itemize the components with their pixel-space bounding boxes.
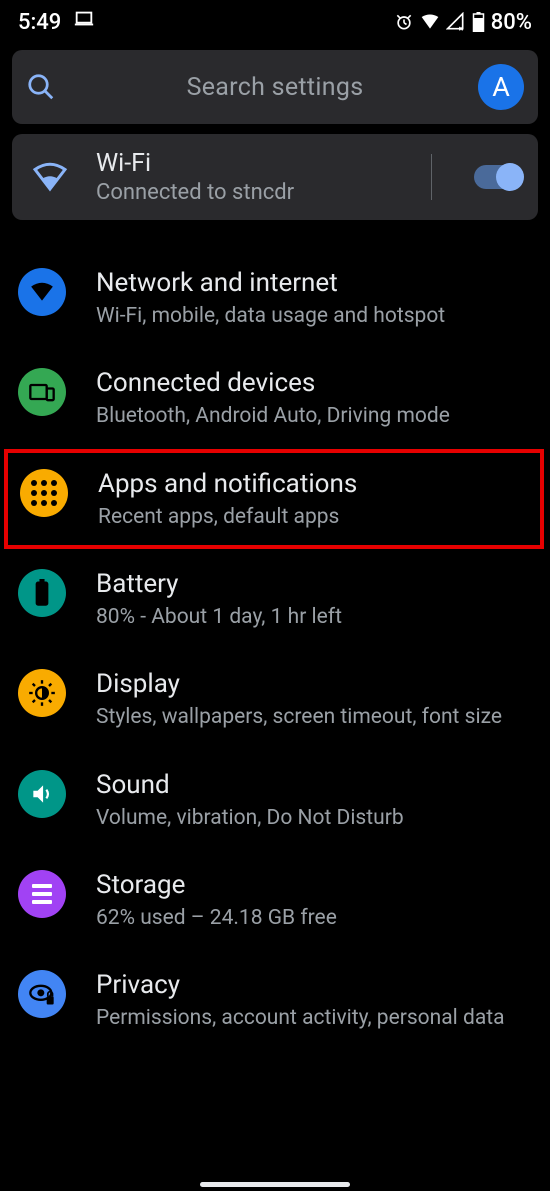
item-subtitle: 62% used – 24.18 GB free xyxy=(96,904,516,932)
item-title: Connected devices xyxy=(96,368,534,398)
nav-pill-icon xyxy=(200,1182,350,1187)
item-subtitle: Volume, vibration, Do Not Disturb xyxy=(96,804,516,832)
item-title: Sound xyxy=(96,770,534,800)
item-title: Privacy xyxy=(96,970,534,1000)
search-bar[interactable]: Search settings A xyxy=(12,50,538,124)
nav-bar[interactable] xyxy=(0,1182,550,1187)
wifi-subtitle: Connected to stncdr xyxy=(96,180,399,205)
wifi-divider xyxy=(431,154,432,200)
clock: 5:49 xyxy=(18,10,61,35)
devices-icon xyxy=(18,368,66,416)
battery-icon xyxy=(18,569,66,617)
settings-item-apps[interactable]: Apps and notifications Recent apps, defa… xyxy=(4,449,544,549)
sound-icon xyxy=(18,770,66,818)
wifi-icon xyxy=(28,159,72,195)
item-subtitle: Bluetooth, Android Auto, Driving mode xyxy=(96,402,516,430)
item-subtitle: Recent apps, default apps xyxy=(98,503,518,531)
wifi-icon xyxy=(18,268,66,316)
settings-item-privacy[interactable]: Privacy Permissions, account activity, p… xyxy=(2,950,550,1050)
battery-status-icon xyxy=(472,12,485,32)
laptop-icon xyxy=(73,8,95,36)
item-subtitle: Styles, wallpapers, screen timeout, font… xyxy=(96,703,516,731)
wifi-title: Wi-Fi xyxy=(96,149,399,178)
settings-item-devices[interactable]: Connected devices Bluetooth, Android Aut… xyxy=(2,348,550,448)
item-title: Storage xyxy=(96,870,534,900)
wifi-status-icon xyxy=(420,12,440,32)
storage-icon xyxy=(18,870,66,918)
settings-item-display[interactable]: Display Styles, wallpapers, screen timeo… xyxy=(2,649,550,749)
item-subtitle: 80% - About 1 day, 1 hr left xyxy=(96,603,516,631)
display-icon xyxy=(18,669,66,717)
battery-pct: 80% xyxy=(491,10,532,35)
settings-item-storage[interactable]: Storage 62% used – 24.18 GB free xyxy=(2,850,550,950)
wifi-toggle[interactable] xyxy=(474,165,522,189)
alarm-icon xyxy=(394,12,414,32)
wifi-tile[interactable]: Wi-Fi Connected to stncdr xyxy=(12,134,538,220)
search-placeholder: Search settings xyxy=(72,73,478,102)
settings-item-network[interactable]: Network and internet Wi-Fi, mobile, data… xyxy=(2,248,550,348)
status-bar: 5:49 80% xyxy=(0,0,550,40)
item-subtitle: Wi-Fi, mobile, data usage and hotspot xyxy=(96,302,516,330)
settings-item-sound[interactable]: Sound Volume, vibration, Do Not Disturb xyxy=(2,750,550,850)
item-title: Battery xyxy=(96,569,534,599)
item-subtitle: Permissions, account activity, personal … xyxy=(96,1004,516,1032)
signal-icon xyxy=(446,12,466,32)
privacy-icon xyxy=(18,970,66,1018)
item-title: Apps and notifications xyxy=(98,469,528,499)
item-title: Display xyxy=(96,669,534,699)
search-icon xyxy=(26,72,72,102)
settings-item-battery[interactable]: Battery 80% - About 1 day, 1 hr left xyxy=(2,549,550,649)
apps-icon xyxy=(20,469,68,517)
item-title: Network and internet xyxy=(96,268,534,298)
settings-list: Network and internet Wi-Fi, mobile, data… xyxy=(0,248,550,1051)
avatar[interactable]: A xyxy=(478,64,524,110)
avatar-letter: A xyxy=(492,71,510,103)
